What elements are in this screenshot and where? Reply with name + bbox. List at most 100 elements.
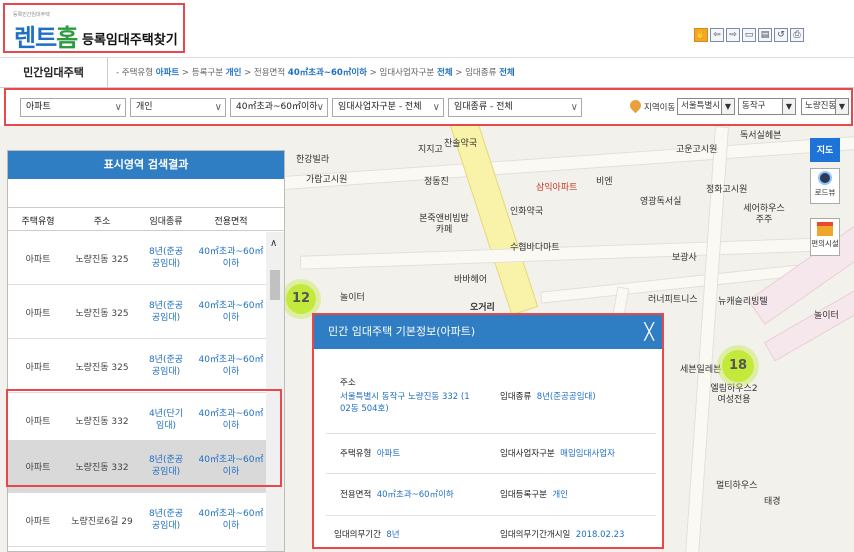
map-label: 고운고시원 (676, 145, 718, 155)
registration-select[interactable]: 개인 ∨ (130, 98, 226, 117)
cell-rent-kind: 8년(준공공임대) (136, 508, 196, 532)
crumb-label: > 등록구분 (179, 68, 226, 78)
duty-start-value: 2018.02.23 (575, 530, 625, 540)
dong-select[interactable]: 노량진동 ▼ (801, 98, 849, 115)
text-line: 이하 (222, 313, 240, 323)
tab-private-rental[interactable]: 민간임대주택 (0, 58, 108, 88)
housing-type-label: 주택유형 (340, 449, 372, 459)
breadcrumb-bar: 민간임대주택 - 주택유형 아파트 > 등록구분 개인 > 전용면적 40㎡초과… (0, 58, 854, 88)
cell-address: 노량진동 325 (75, 255, 129, 265)
duty-start-field: 임대의무기간개시일 2018.02.23 (500, 529, 624, 541)
region-move-text: 지역이동 (644, 103, 676, 113)
map-view-button[interactable]: 지도 (810, 138, 840, 162)
housing-type-value: 아파트 (376, 449, 401, 459)
city-select[interactable]: 서울특별시 ▼ (677, 98, 735, 115)
cell-area: 40㎡초과~60㎡ 이하 (196, 300, 266, 324)
map-label: 멀티하우스 (716, 481, 758, 491)
crumb-label: - 주택유형 (116, 68, 156, 78)
housing-type-select[interactable]: 아파트 ∨ (20, 98, 126, 117)
cell-rent-kind: 8년(준공공임대) (136, 354, 196, 378)
cell-address: 노량진로6길 29 (71, 517, 133, 527)
crumb-label: > 전용면적 (241, 68, 288, 78)
cell-type: 아파트 (25, 255, 51, 265)
crumb-value: 아파트 (155, 68, 180, 78)
chevron-down-icon: ∨ (316, 102, 324, 113)
cluster-marker[interactable]: 12 (286, 284, 316, 314)
map-label: 바바헤어 (454, 275, 488, 285)
map-label: 인화약국 (510, 207, 544, 217)
map-label: 세어하우스주주 (743, 204, 785, 225)
hand-tool-icon[interactable]: ✋ (694, 28, 708, 42)
crumb-label: > 임대종류 (452, 68, 500, 78)
duty-period-label: 임대의무기간 (334, 530, 381, 540)
registration-field: 임대등록구분 개인 (500, 489, 568, 501)
measure-distance-icon[interactable]: ▭ (742, 28, 756, 42)
text-line: 공임대) (151, 521, 181, 531)
operator-select[interactable]: 임대사업자구분 - 전체 ∨ (332, 98, 444, 117)
text-line: 이하 (222, 367, 240, 377)
text-line: 공임대) (151, 367, 181, 377)
address-label: 주소 (340, 378, 356, 388)
measure-area-icon[interactable]: ▤ (758, 28, 772, 42)
facilities-button[interactable]: 편의시설 (810, 218, 840, 256)
table-row[interactable]: 아파트 노량진동 325 8년(준공 공임대) 40㎡초과~60㎡ 이하 (8, 286, 266, 339)
area-value: 40㎡초과~60㎡이하 (376, 490, 454, 500)
cell-rent-kind: 8년(준공 공임대) (136, 300, 196, 324)
operator-field: 임대사업자구분 매입임대사업자 (500, 448, 615, 460)
logo-subtitle: 등록임대주택찾기 (82, 33, 178, 48)
logo[interactable]: 등록민간임대주택 렌트홈 등록임대주택찾기 (3, 3, 185, 53)
district-select[interactable]: 동작구 ▼ (738, 98, 796, 115)
map-label: 수협바다마트 (510, 243, 560, 253)
housing-type-field: 주택유형 아파트 (340, 448, 400, 460)
cell-address: 노량진동 325 (75, 309, 129, 319)
cell-rent-kind: 8년(준공 공임대) (136, 246, 196, 270)
rent-kind-label: 임대종류 (500, 392, 532, 402)
store-icon (817, 222, 833, 236)
table-row[interactable]: 아파트 노량진로6길 29 8년(준공 공임대) 40㎡초과~60㎡ 이하 (8, 494, 266, 547)
chevron-down-icon: ∨ (114, 102, 122, 113)
chevron-up-icon[interactable]: ∧ (270, 238, 277, 249)
map-label: 러너피트니스 (648, 295, 698, 305)
area-select[interactable]: 40㎡초과~60㎡이하 ∨ (230, 98, 328, 117)
region-move-label: 지역이동 (627, 97, 676, 114)
divider (326, 433, 656, 434)
print-icon[interactable]: ⎙ (790, 28, 804, 42)
text-line: 8년(준공 (148, 509, 184, 519)
select-value: 임대사업자구분 - 전체 (338, 102, 422, 112)
close-icon[interactable]: ╳ (644, 315, 654, 349)
text-line: 40㎡초과~60㎡ (198, 355, 264, 365)
popup-title: 민간 임대주택 기본정보(아파트) (328, 325, 476, 338)
map-label: 뉴캐슬리빙텔 (718, 297, 768, 307)
divider (326, 515, 656, 516)
roadview-button[interactable]: 로드뷰 (810, 168, 840, 204)
reset-icon[interactable]: ↺ (774, 28, 788, 42)
duty-period-field: 임대의무기간 8년 (334, 529, 400, 541)
dropdown-arrow-icon: ▼ (721, 99, 734, 114)
scroll-thumb[interactable] (270, 270, 280, 300)
rent-kind-field: 임대종류 8년(준공공임대) (500, 391, 596, 403)
table-row[interactable]: 아파트 노량진동 325 8년(준공 공임대) 40㎡초과~60㎡ 이하 (8, 340, 266, 393)
text-line: 40㎡초과~60㎡ (198, 247, 264, 257)
cell-area: 40㎡초과~60㎡ 이하 (196, 354, 266, 378)
forward-arrow-icon[interactable]: ⇨ (726, 28, 740, 42)
cell-area: 40㎡초과~60㎡ 이하 (196, 246, 266, 270)
text-line: 40㎡초과~60㎡ (198, 509, 264, 519)
operator-value: 매입임대사업자 (560, 449, 615, 459)
map-label: 비엔 (596, 177, 613, 187)
select-value: 아파트 (26, 102, 51, 112)
chevron-down-icon: ∨ (214, 102, 222, 113)
table-row[interactable]: 아파트 노량진동 325 8년(준공 공임대) 40㎡초과~60㎡ 이하 (8, 232, 266, 285)
map-label: 가람고시원 (306, 175, 348, 185)
back-arrow-icon[interactable]: ⇦ (710, 28, 724, 42)
rent-type-select[interactable]: 임대종류 - 전체 ∨ (448, 98, 582, 117)
map-label: 엘림하우스2여성전용 (710, 384, 758, 405)
select-value: 서울특별시 (681, 101, 721, 111)
logo-caption: 등록민간임대주택 (13, 12, 50, 18)
crumb-label: > 임대사업자구분 (366, 68, 437, 78)
select-value: 동작구 (742, 101, 766, 111)
text-line: 8년(준공 (148, 355, 184, 365)
map-label: 놀이터 (814, 311, 839, 321)
map-label: 지지고 (418, 145, 443, 155)
text-line: 8년(준공 (148, 247, 184, 257)
cluster-marker[interactable]: 18 (722, 350, 754, 382)
